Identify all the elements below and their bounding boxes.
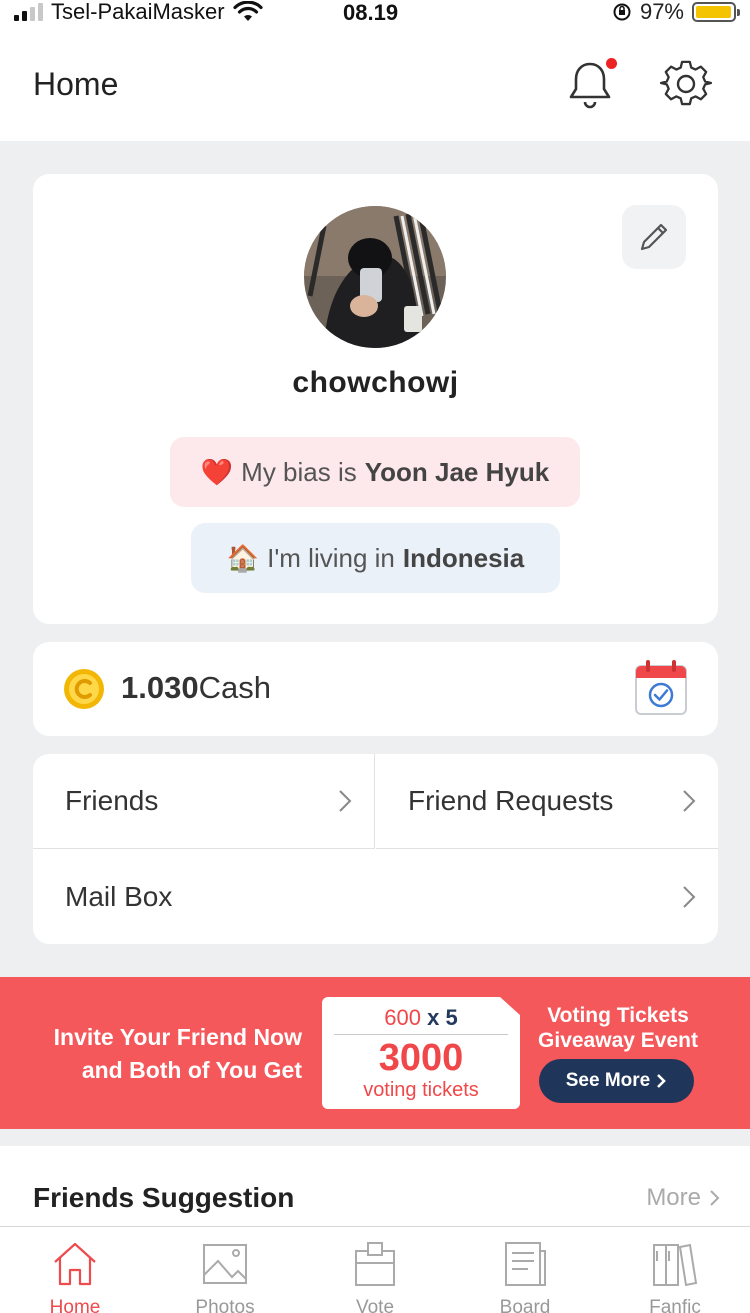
books-icon [653,1243,698,1287]
friend-requests-link[interactable]: Friend Requests [376,754,718,849]
nav-home[interactable]: Home [0,1227,150,1313]
vote-box-icon [355,1242,395,1286]
profile-card: chowchowj ❤️ My bias is Yoon Jae Hyuk 🏠 … [33,174,718,624]
ticket-unit: voting tickets [363,1079,479,1101]
page-title: Home [33,66,119,102]
chevron-right-icon [339,790,352,812]
orientation-lock-icon [613,3,631,21]
nav-home-label: Home [49,1297,101,1313]
photos-icon [203,1244,247,1284]
invite-banner[interactable]: Invite Your Friend Now and Both of You G… [0,977,750,1129]
see-more-button[interactable]: See More [539,1059,694,1103]
living-country: Indonesia [402,542,525,573]
house-icon: 🏠 [226,542,260,573]
ticket-breakdown: 600 x 5 [322,1005,520,1031]
ticket-amount: 600 [384,1005,421,1030]
friends-link[interactable]: Friends [33,754,375,849]
friends-label: Friends [65,785,159,816]
heart-icon: ❤️ [200,456,234,487]
calendar-check-icon[interactable] [634,660,688,718]
status-left: Tsel-PakaiMasker [14,0,263,24]
battery-icon [692,2,740,22]
voting-ticket-graphic: 600 x 5 3000 voting tickets [322,997,520,1109]
battery-fill [696,6,731,18]
more-link[interactable]: More [646,1184,720,1212]
chevron-right-icon [710,1190,720,1206]
gear-icon[interactable] [660,58,712,110]
coin-icon [64,669,104,709]
edit-profile-button[interactable] [622,205,686,269]
clock: 08.19 [343,0,399,25]
pencil-icon [640,223,668,251]
cash-unit: Cash [198,670,271,705]
signal-icon [14,3,43,21]
nav-vote-label: Vote [355,1297,395,1313]
banner-invite-text: Invite Your Friend Now and Both of You G… [0,1021,302,1087]
banner-line-1: Invite Your Friend Now [53,1024,302,1050]
see-more-label: See More [565,1070,651,1091]
nav-board-label: Board [499,1297,551,1313]
living-prefix: I'm living in [267,542,395,573]
banner-line-2: and Both of You Get [81,1057,302,1083]
top-header: Home [0,28,750,141]
nav-photos-label: Photos [195,1297,255,1313]
nav-photos[interactable]: Photos [150,1227,300,1313]
mail-box-link[interactable]: Mail Box [33,850,718,944]
section-title: Friends Suggestion [33,1182,295,1213]
cash-balance: 1.030Cash [121,670,271,706]
ticket-divider [334,1034,508,1035]
nav-fanfic[interactable]: Fanfic [600,1227,750,1313]
chevron-right-icon [683,790,696,812]
notification-dot [606,58,617,69]
nav-fanfic-label: Fanfic [649,1297,701,1313]
username: chowchowj [292,366,459,399]
menu-card: Friends Friend Requests Mail Box [33,754,718,944]
status-bar: Tsel-PakaiMasker 08.19 97% [0,0,750,28]
ticket-total: 3000 [378,1037,464,1079]
giveaway-line-1: Voting Tickets [547,1004,689,1027]
cash-card[interactable]: 1.030Cash [33,642,718,736]
location-badge: 🏠 I'm living in Indonesia [191,523,560,593]
status-right: 97% [612,0,740,24]
bias-prefix: My bias is [241,456,357,487]
board-icon [505,1242,546,1286]
friends-suggestion-section: Friends Suggestion More [0,1146,750,1226]
nav-board[interactable]: Board [450,1227,600,1313]
battery-percent: 97% [639,0,684,24]
ticket-multiplier: x 5 [427,1005,458,1030]
chevron-right-icon [683,886,696,908]
carrier-name: Tsel-PakaiMasker [51,0,225,24]
nav-vote[interactable]: Vote [300,1227,450,1313]
cash-amount: 1.030 [121,670,199,705]
home-icon [54,1242,96,1286]
friend-requests-label: Friend Requests [408,785,614,816]
avatar[interactable] [304,206,446,348]
more-label: More [646,1184,701,1211]
giveaway-title: Voting Tickets Giveaway Event [538,1003,698,1053]
bottom-nav: Home Photos Vote Board Fanfic [0,1226,750,1313]
mail-box-label: Mail Box [65,881,173,912]
bias-name: Yoon Jae Hyuk [364,456,550,487]
bias-badge: ❤️ My bias is Yoon Jae Hyuk [170,437,580,507]
chevron-right-icon [657,1074,667,1088]
wifi-icon [233,1,263,21]
giveaway-line-2: Giveaway Event [538,1029,698,1052]
